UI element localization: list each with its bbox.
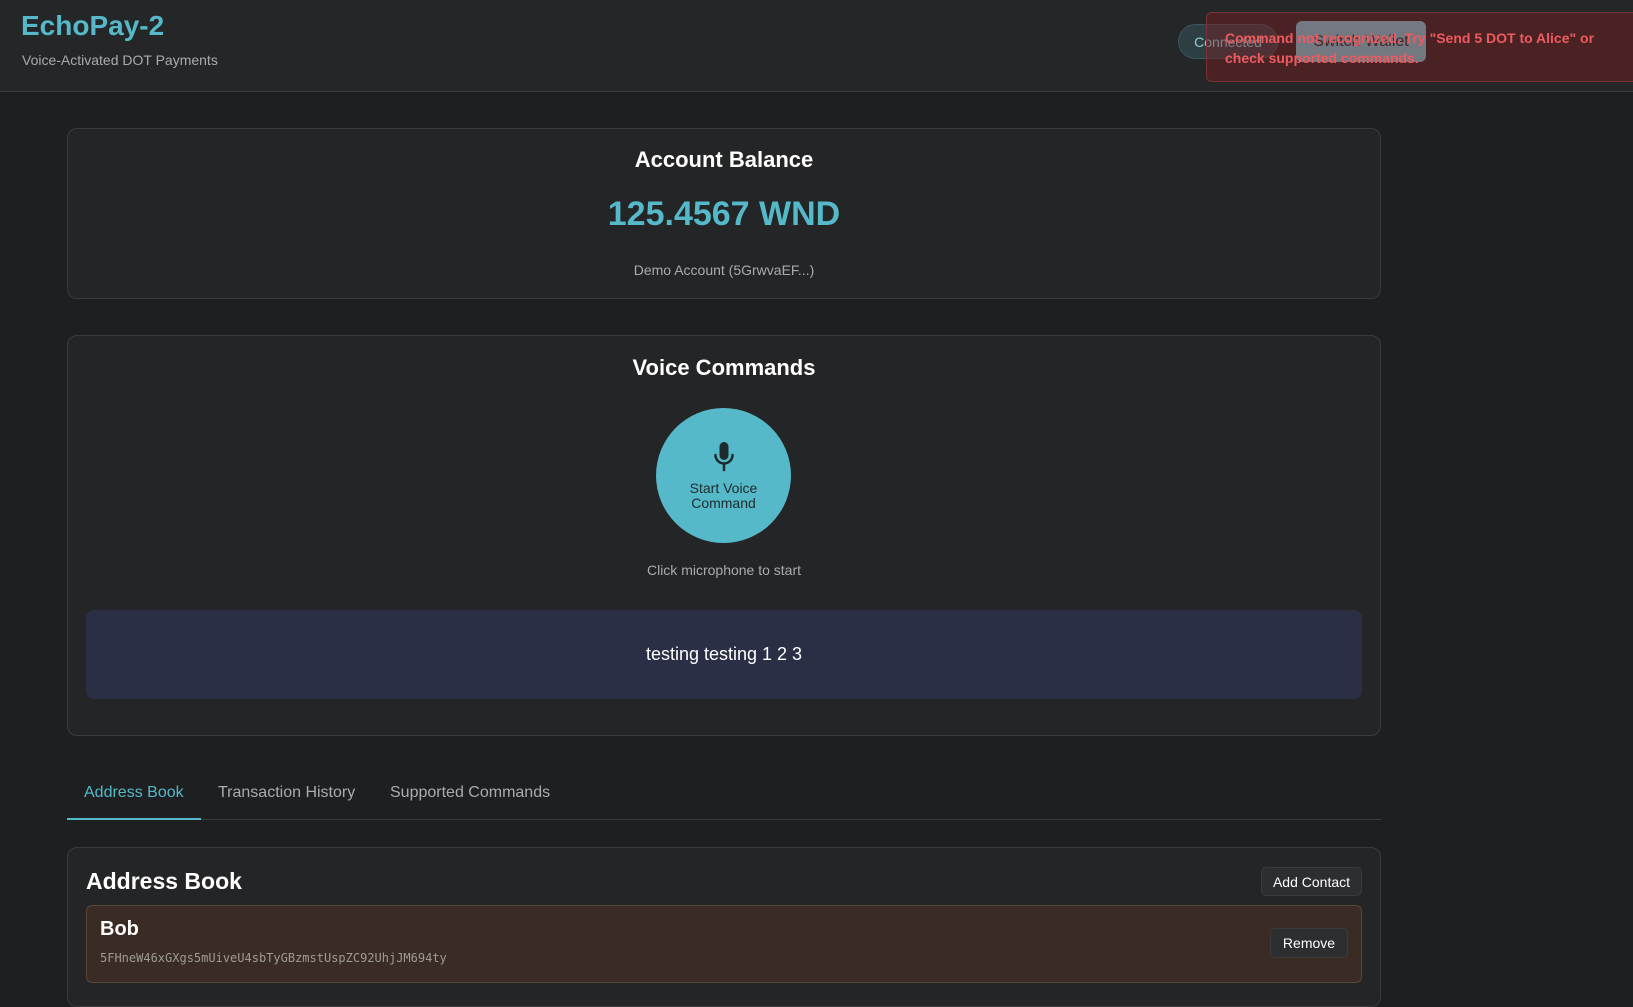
app-subtitle: Voice-Activated DOT Payments [22,52,218,68]
address-book-card: Address Book Add Contact Bob 5FHneW46xGX… [67,847,1381,1007]
voice-commands-title: Voice Commands [632,355,816,380]
tab-supported-commands[interactable]: Supported Commands [373,771,567,820]
tab-transaction-history[interactable]: Transaction History [201,771,372,820]
balance-value: 125.4567 WND [607,195,841,233]
balance-title: Account Balance [634,147,814,172]
tab-address-book[interactable]: Address Book [67,771,201,820]
contact-name: Bob [100,918,139,940]
account-balance-card: Account Balance 125.4567 WND Demo Accoun… [67,128,1381,299]
microphone-hint: Click microphone to start [646,562,802,578]
voice-button-label: Start Voice Command [689,479,758,511]
start-voice-command-button[interactable]: Start Voice Command [656,408,791,543]
contact-item: Bob 5FHneW46xGXgs5mUiveU4sbTyGBzmstUspZC… [86,905,1362,983]
remove-contact-button[interactable]: Remove [1270,928,1348,958]
contact-address: 5FHneW46xGXgs5mUiveU4sbTyGBzmstUspZC92Uh… [100,951,447,965]
voice-commands-card: Voice Commands Start Voice Command Click… [67,335,1381,736]
app-title: EchoPay-2 [21,10,165,41]
address-book-title: Address Book [86,868,242,894]
balance-account-label: Demo Account (5GrwvaEF...) [633,262,815,278]
tab-bar: Address Book Transaction History Support… [67,771,1381,820]
microphone-icon [713,441,734,471]
error-toast: Command not recognized. Try "Send 5 DOT … [1206,12,1633,82]
transcript-box: testing testing 1 2 3 [86,610,1362,699]
app-header: EchoPay-2 Voice-Activated DOT Payments C… [0,0,1633,92]
add-contact-button[interactable]: Add Contact [1261,867,1362,896]
